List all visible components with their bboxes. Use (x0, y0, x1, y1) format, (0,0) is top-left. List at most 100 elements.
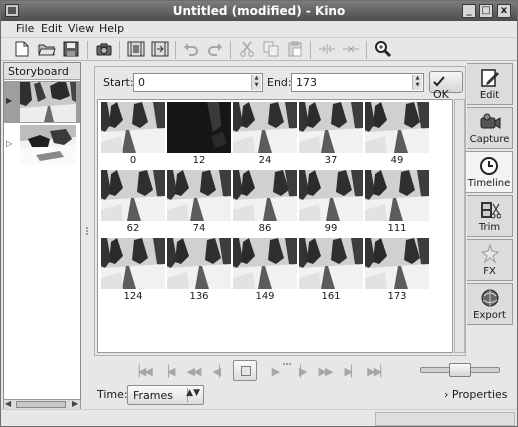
frame-cell[interactable]: 12 (167, 102, 231, 166)
properties-expander[interactable]: › Properties (444, 388, 508, 401)
frame-cell[interactable]: 24 (233, 102, 297, 166)
scroll-left-icon[interactable]: ◀ (5, 399, 11, 408)
fx-icon (480, 244, 499, 264)
end-spinbutton[interactable]: 173 ▲ ▼ (291, 73, 424, 92)
minimize-button[interactable]: _ (462, 4, 476, 18)
tab-label: Edit (479, 90, 500, 101)
frame-number: 136 (189, 291, 209, 302)
scrollbar-thumb[interactable] (16, 401, 66, 408)
slider-knob[interactable] (449, 363, 471, 377)
frame-thumbnail (299, 238, 363, 289)
menu-help[interactable]: Help (99, 22, 124, 35)
timeline-panel: Start: 0 ▲ ▼ End: 173 ▲ ▼ OK 0 12 24 37 49 62 74… (94, 66, 466, 356)
next-scene-icon[interactable]: ▶▏ (341, 363, 361, 381)
frame-number: 62 (126, 223, 140, 234)
prev-scene-icon[interactable]: ▕◀ (157, 363, 177, 381)
frame-number: 24 (258, 155, 272, 166)
cut-icon[interactable] (238, 40, 256, 58)
rewind-icon[interactable]: ◀◀ (183, 363, 203, 381)
frame-thumbnail (101, 238, 165, 289)
time-format-select[interactable]: Frames ▲▼ (127, 385, 204, 405)
forward-frame-icon[interactable]: ▕▶ (289, 363, 309, 381)
storyboard-header: Storyboard (4, 63, 80, 80)
back-frame-icon[interactable]: ◀▏ (209, 363, 229, 381)
frame-cell[interactable]: 37 (299, 102, 363, 166)
tab-trim[interactable]: Trim (467, 195, 513, 237)
play-icon[interactable]: ▶ (265, 363, 285, 381)
frame-cell[interactable]: 49 (365, 102, 429, 166)
tab-timeline[interactable]: Timeline (466, 151, 513, 193)
storyboard-panel[interactable]: Storyboard ▶ ▷ (3, 62, 81, 401)
frame-cell[interactable]: 0 (101, 102, 165, 166)
new-icon[interactable] (13, 40, 31, 58)
frame-cell[interactable]: 136 (167, 238, 231, 302)
split-scene-icon[interactable] (318, 40, 336, 58)
frame-cell[interactable]: 86 (233, 170, 297, 234)
status-cell (375, 412, 515, 426)
frame-cell[interactable]: 149 (233, 238, 297, 302)
scroll-right-icon[interactable]: ▶ (72, 399, 78, 408)
zoom-icon[interactable] (374, 40, 392, 58)
tab-capture[interactable]: Capture (467, 107, 513, 149)
updown-arrows-icon: ▲▼ (186, 388, 200, 398)
paste-icon[interactable] (286, 40, 304, 58)
start-spinbutton[interactable]: 0 ▲ ▼ (133, 73, 263, 92)
maximize-button[interactable]: □ (479, 4, 493, 18)
insert-after-icon[interactable] (151, 40, 169, 58)
scene-thumbnail (20, 125, 76, 165)
redo-icon[interactable] (206, 40, 224, 58)
capture-icon (480, 113, 500, 129)
timeline-icon (480, 157, 498, 175)
storyboard-scene[interactable]: ▶ (4, 81, 80, 123)
frame-number: 149 (255, 291, 275, 302)
save-icon[interactable] (62, 40, 80, 58)
menu-file[interactable]: File (16, 22, 34, 35)
frame-cell[interactable]: 124 (101, 238, 165, 302)
spin-arrows-icon[interactable]: ▲ ▼ (412, 75, 422, 90)
storyboard-scene[interactable]: ▷ (4, 124, 80, 166)
tab-fx[interactable]: FX (467, 239, 513, 281)
shuttle-slider[interactable] (420, 363, 500, 377)
ok-button[interactable]: OK (429, 71, 463, 101)
frame-thumbnail (167, 170, 231, 221)
end-value: 173 (296, 76, 317, 89)
frame-number: 86 (258, 223, 272, 234)
frame-cell[interactable]: 173 (365, 238, 429, 302)
toolbar (1, 37, 517, 61)
undo-icon[interactable] (182, 40, 200, 58)
pane-resize-grip[interactable] (84, 226, 90, 236)
expand-triangle-icon[interactable]: ▶ (6, 96, 12, 105)
edit-icon (480, 69, 499, 87)
menu-view[interactable]: View (68, 22, 94, 35)
frame-thumbnail (299, 170, 363, 221)
copy-icon[interactable] (262, 40, 280, 58)
frame-number: 12 (192, 155, 206, 166)
capture-still-icon[interactable] (95, 40, 113, 58)
frame-number: 111 (387, 223, 407, 234)
frame-cell[interactable]: 99 (299, 170, 363, 234)
expand-triangle-icon[interactable]: ▷ (6, 139, 12, 148)
title-bar[interactable]: Untitled (modified) - Kino _ □ x (1, 1, 517, 21)
fast-forward-icon[interactable]: ▶▶ (315, 363, 335, 381)
tab-edit[interactable]: Edit (467, 63, 513, 105)
frame-cell[interactable]: 111 (365, 170, 429, 234)
close-button[interactable]: x (497, 4, 511, 18)
frame-grid[interactable]: 0 12 24 37 49 62 74 86 99 111 124 136 149 161 173 (97, 99, 453, 353)
frame-thumbnail (233, 238, 297, 289)
tab-export[interactable]: Export (467, 283, 513, 325)
frame-grid-vscrollbar[interactable] (454, 99, 465, 353)
spin-arrows-icon[interactable]: ▲ ▼ (251, 75, 261, 90)
time-format-value: Frames (133, 389, 174, 402)
start-icon[interactable]: ▕◀◀ (131, 363, 152, 381)
insert-before-icon[interactable] (127, 40, 145, 58)
menu-edit[interactable]: Edit (41, 22, 62, 35)
open-icon[interactable] (38, 40, 56, 58)
stop-icon[interactable] (233, 360, 257, 381)
export-icon (481, 289, 498, 307)
frame-cell[interactable]: 161 (299, 238, 363, 302)
end-icon[interactable]: ▶▶▏ (367, 363, 388, 381)
frame-cell[interactable]: 74 (167, 170, 231, 234)
join-scenes-icon[interactable] (342, 40, 360, 58)
frame-thumbnail (101, 170, 165, 221)
frame-cell[interactable]: 62 (101, 170, 165, 234)
